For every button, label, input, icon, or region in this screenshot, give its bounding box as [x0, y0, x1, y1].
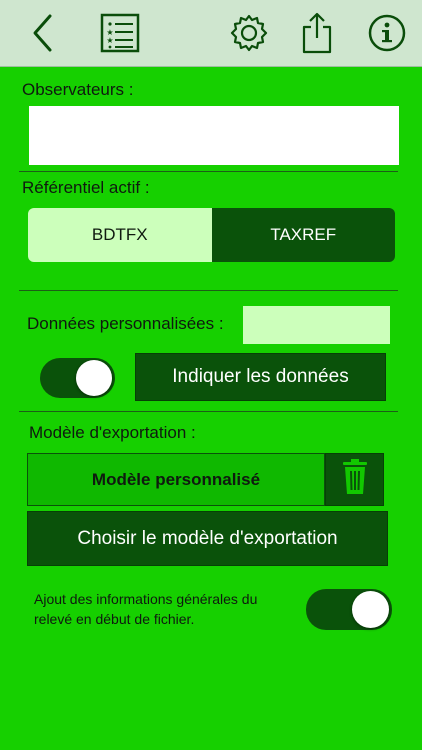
- choose-export-model-button[interactable]: Choisir le modèle d'exportation: [27, 511, 388, 566]
- custom-data-toggle[interactable]: [40, 358, 115, 398]
- observers-input[interactable]: [29, 106, 399, 165]
- general-info-text: Ajout des informations générales du rele…: [34, 591, 258, 627]
- observers-label: Observateurs :: [22, 80, 134, 99]
- back-chevron-icon[interactable]: [26, 0, 60, 66]
- divider: [19, 171, 398, 172]
- segment-taxref[interactable]: TAXREF: [211, 208, 395, 262]
- current-model-display: Modèle personnalisé: [27, 453, 325, 506]
- referential-label: Référentiel actif :: [22, 178, 150, 197]
- list-icon[interactable]: ★ ★: [99, 0, 141, 66]
- toggle-knob: [352, 591, 389, 628]
- custom-data-label: Données personnalisées :: [27, 314, 224, 333]
- info-icon[interactable]: [367, 0, 407, 66]
- toggle-knob: [76, 360, 112, 396]
- top-toolbar: ★ ★: [0, 0, 422, 67]
- custom-data-input[interactable]: [243, 306, 390, 344]
- share-icon[interactable]: [300, 0, 334, 66]
- indicate-data-button[interactable]: Indiquer les données: [135, 353, 386, 401]
- divider: [19, 290, 398, 291]
- gear-icon[interactable]: [228, 0, 270, 66]
- general-info-toggle[interactable]: [306, 589, 392, 630]
- divider: [19, 411, 398, 412]
- delete-model-button[interactable]: [325, 453, 384, 506]
- export-model-label: Modèle d'exportation :: [29, 423, 196, 442]
- svg-text:★: ★: [106, 36, 113, 45]
- segment-bdtfx[interactable]: BDTFX: [28, 208, 212, 262]
- trash-icon: [342, 458, 368, 501]
- referential-segmented-control: BDTFX TAXREF: [28, 208, 395, 262]
